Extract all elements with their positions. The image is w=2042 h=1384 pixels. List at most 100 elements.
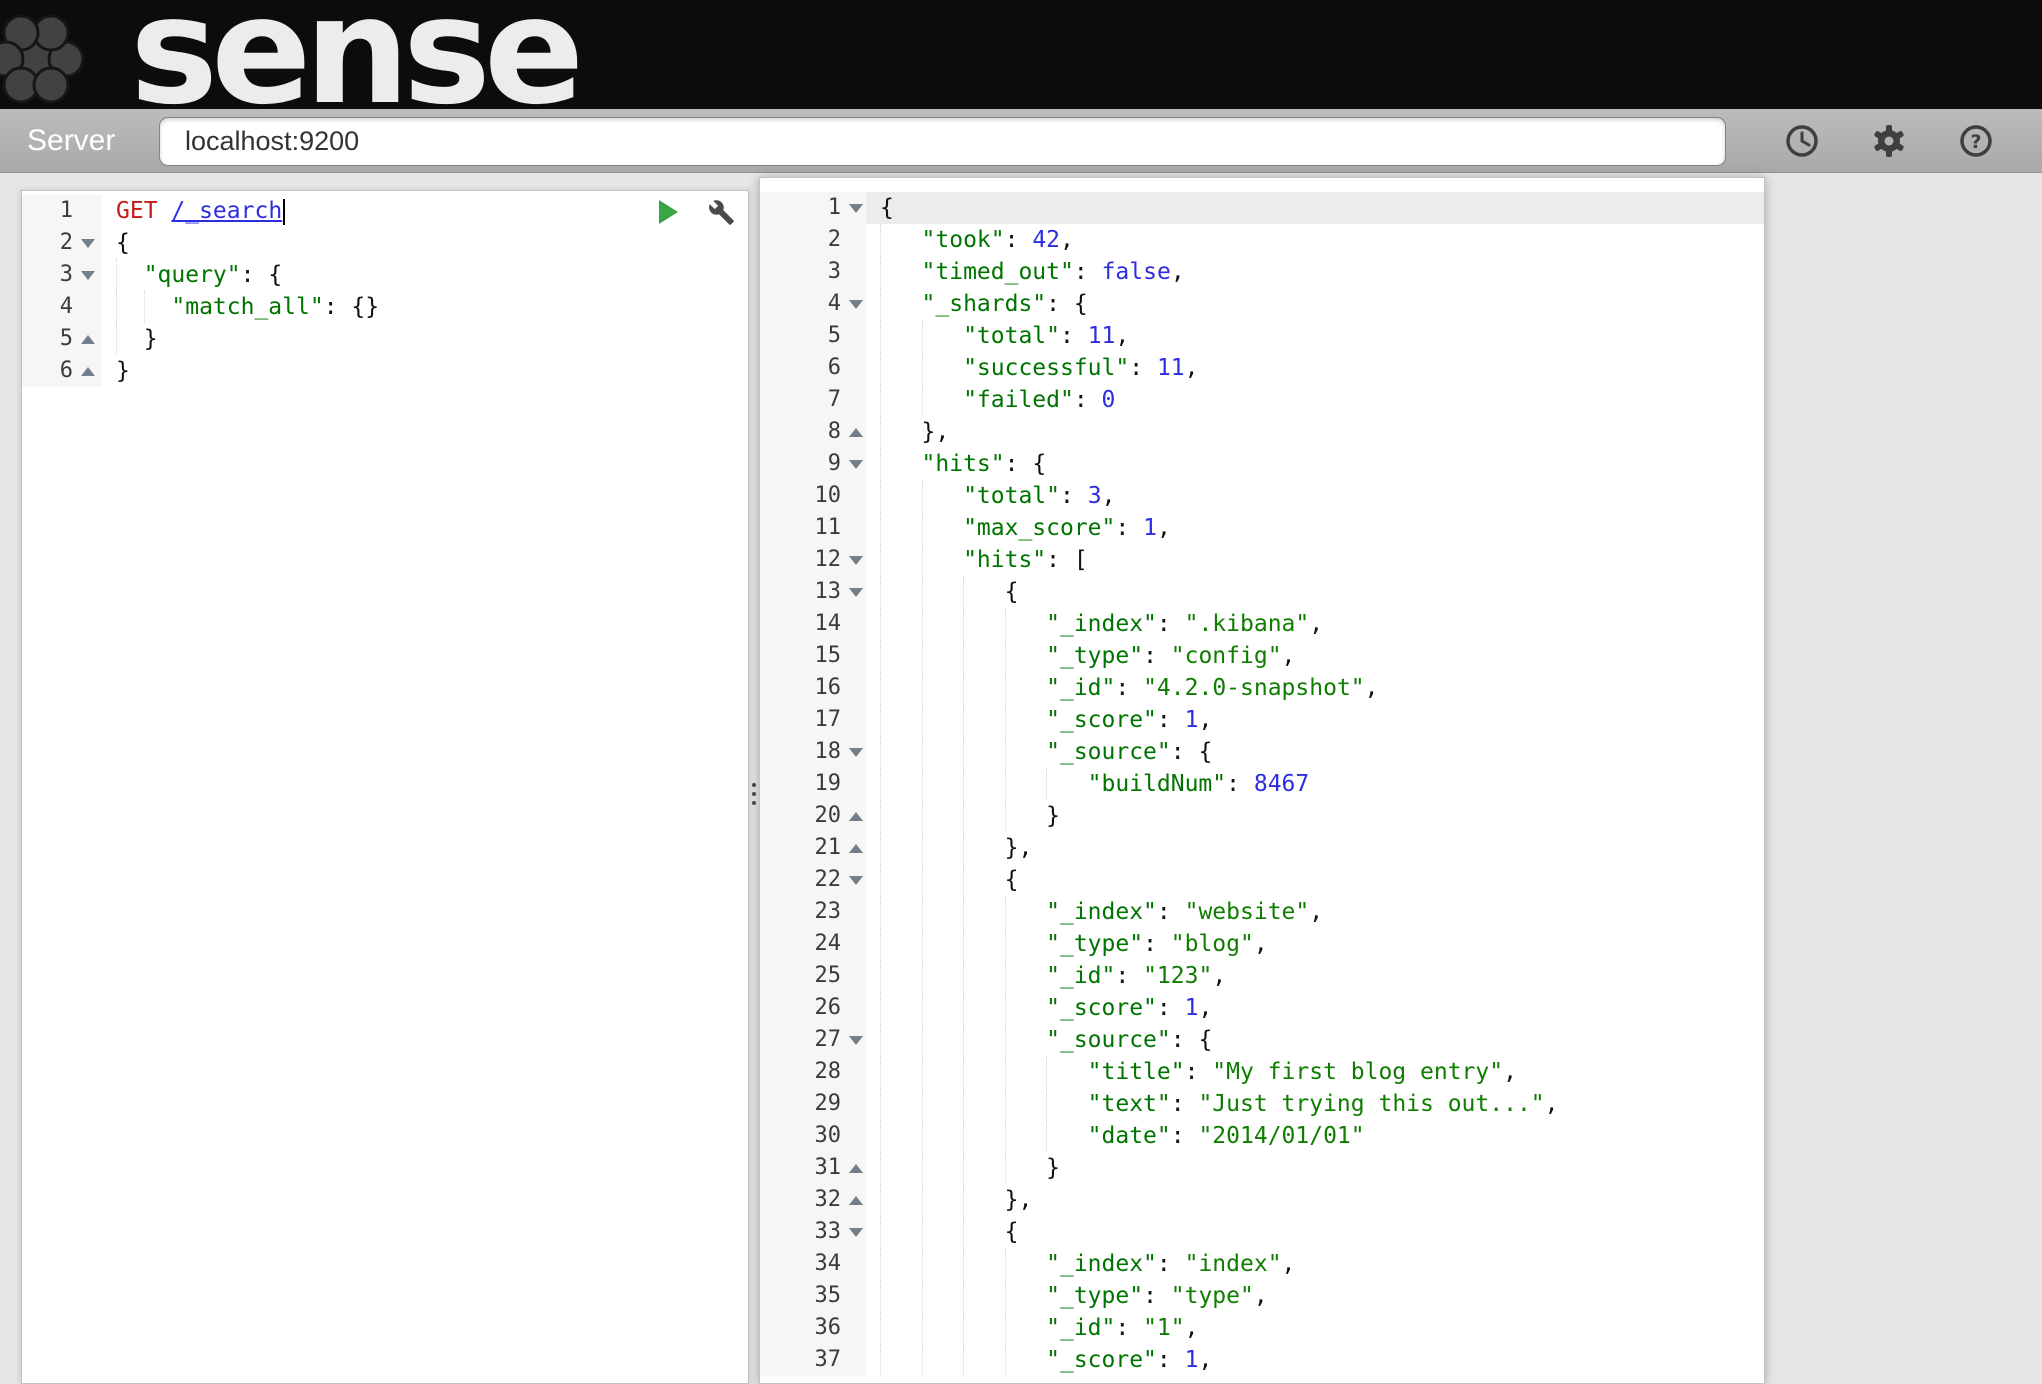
- response-code-line: 13{: [760, 576, 1764, 608]
- response-code-line: 22{: [760, 864, 1764, 896]
- fold-spacer: [78, 195, 102, 227]
- fold-spacer: [846, 992, 866, 1024]
- response-code-line: 19"buildNum": 8467: [760, 768, 1764, 800]
- line-number: 4: [760, 288, 846, 320]
- server-input[interactable]: [159, 117, 1726, 166]
- line-number: 36: [760, 1312, 846, 1344]
- fold-up-icon[interactable]: [846, 800, 866, 832]
- fold-down-icon[interactable]: [846, 1024, 866, 1056]
- request-editor[interactable]: 1GET /_search2{3"query": {4"match_all": …: [21, 190, 749, 1384]
- fold-spacer: [846, 608, 866, 640]
- fold-spacer: [846, 1280, 866, 1312]
- code-text: {: [866, 192, 1764, 224]
- code-text: {: [866, 1216, 1764, 1248]
- request-code-line: 6}: [22, 355, 748, 387]
- response-output: 1{2"took": 42,3"timed_out": false,4"_sha…: [759, 177, 1765, 1384]
- response-code-line: 26"_score": 1,: [760, 992, 1764, 1024]
- response-code-line: 15"_type": "config",: [760, 640, 1764, 672]
- history-icon[interactable]: [1784, 123, 1820, 159]
- fold-down-icon[interactable]: [846, 1216, 866, 1248]
- fold-up-icon[interactable]: [846, 832, 866, 864]
- fold-spacer: [846, 384, 866, 416]
- code-text: "_index": "index",: [866, 1248, 1764, 1280]
- gear-icon[interactable]: [1871, 123, 1907, 159]
- fold-up-icon[interactable]: [846, 1152, 866, 1184]
- line-number: 1: [22, 195, 78, 227]
- code-text: },: [866, 416, 1764, 448]
- line-number: 24: [760, 928, 846, 960]
- response-code-line: 12"hits": [: [760, 544, 1764, 576]
- fold-spacer: [846, 768, 866, 800]
- line-number: 37: [760, 1344, 846, 1376]
- fold-down-icon[interactable]: [846, 192, 866, 224]
- response-code-line: 24 "_type": "blog",: [760, 928, 1764, 960]
- request-code-line: 3"query": {: [22, 259, 748, 291]
- response-code-line: 35"_type": "type",: [760, 1280, 1764, 1312]
- fold-down-icon[interactable]: [846, 544, 866, 576]
- request-options-button[interactable]: [707, 198, 735, 226]
- fold-spacer: [846, 672, 866, 704]
- code-text: "failed": 0: [866, 384, 1764, 416]
- fold-down-icon[interactable]: [846, 736, 866, 768]
- main-content: 1GET /_search2{3"query": {4"match_all": …: [0, 173, 2042, 1384]
- line-number: 5: [22, 323, 78, 355]
- fold-spacer: [846, 512, 866, 544]
- send-request-button[interactable]: [654, 198, 682, 226]
- response-code-line: 16"_id": "4.2.0-snapshot",: [760, 672, 1764, 704]
- fold-down-icon[interactable]: [846, 576, 866, 608]
- code-text: "timed_out": false,: [866, 256, 1764, 288]
- line-number: 27: [760, 1024, 846, 1056]
- fold-spacer: [78, 291, 102, 323]
- line-number: 7: [760, 384, 846, 416]
- response-code-line: 27"_source": {: [760, 1024, 1764, 1056]
- request-actions: [654, 198, 735, 226]
- response-code-line: 31}: [760, 1152, 1764, 1184]
- logo-text: sense: [130, 0, 577, 109]
- line-number: 2: [760, 224, 846, 256]
- line-number: 8: [760, 416, 846, 448]
- play-icon: [658, 199, 679, 225]
- line-number: 12: [760, 544, 846, 576]
- fold-down-icon[interactable]: [78, 227, 102, 259]
- server-label: Server: [27, 109, 115, 173]
- line-number: 30: [760, 1120, 846, 1152]
- line-number: 14: [760, 608, 846, 640]
- fold-up-icon[interactable]: [846, 1184, 866, 1216]
- panel-resizer-handle[interactable]: [749, 771, 759, 817]
- response-code-line: 11"max_score": 1,: [760, 512, 1764, 544]
- response-code-line: 7 "failed": 0: [760, 384, 1764, 416]
- code-text: }: [866, 1152, 1764, 1184]
- response-code-line: 33{: [760, 1216, 1764, 1248]
- fold-down-icon[interactable]: [846, 864, 866, 896]
- fold-down-icon[interactable]: [78, 259, 102, 291]
- fold-spacer: [846, 256, 866, 288]
- line-number: 3: [760, 256, 846, 288]
- response-code-line: 2"took": 42,: [760, 224, 1764, 256]
- fold-spacer: [846, 480, 866, 512]
- code-text: {: [102, 227, 748, 259]
- request-code-line: 4"match_all": {}: [22, 291, 748, 323]
- code-text: "_index": "website",: [866, 896, 1764, 928]
- line-number: 23: [760, 896, 846, 928]
- help-icon[interactable]: ?: [1958, 123, 1994, 159]
- response-code-line: 30"date": "2014/01/01": [760, 1120, 1764, 1152]
- fold-up-icon[interactable]: [78, 355, 102, 387]
- fold-down-icon[interactable]: [846, 288, 866, 320]
- fold-up-icon[interactable]: [846, 416, 866, 448]
- line-number: 25: [760, 960, 846, 992]
- response-code-line: 4"_shards": {: [760, 288, 1764, 320]
- svg-text:?: ?: [1970, 131, 1981, 153]
- line-number: 4: [22, 291, 78, 323]
- fold-down-icon[interactable]: [846, 448, 866, 480]
- line-number: 29: [760, 1088, 846, 1120]
- response-code-line: 21},: [760, 832, 1764, 864]
- fold-spacer: [846, 896, 866, 928]
- response-code-line: 9"hits": {: [760, 448, 1764, 480]
- code-text: "hits": {: [866, 448, 1764, 480]
- response-code-line: 3 "timed_out": false,: [760, 256, 1764, 288]
- fold-spacer: [846, 1088, 866, 1120]
- fold-spacer: [846, 1120, 866, 1152]
- fold-up-icon[interactable]: [78, 323, 102, 355]
- code-text: "_type": "blog",: [866, 928, 1764, 960]
- wrench-icon: [708, 199, 735, 226]
